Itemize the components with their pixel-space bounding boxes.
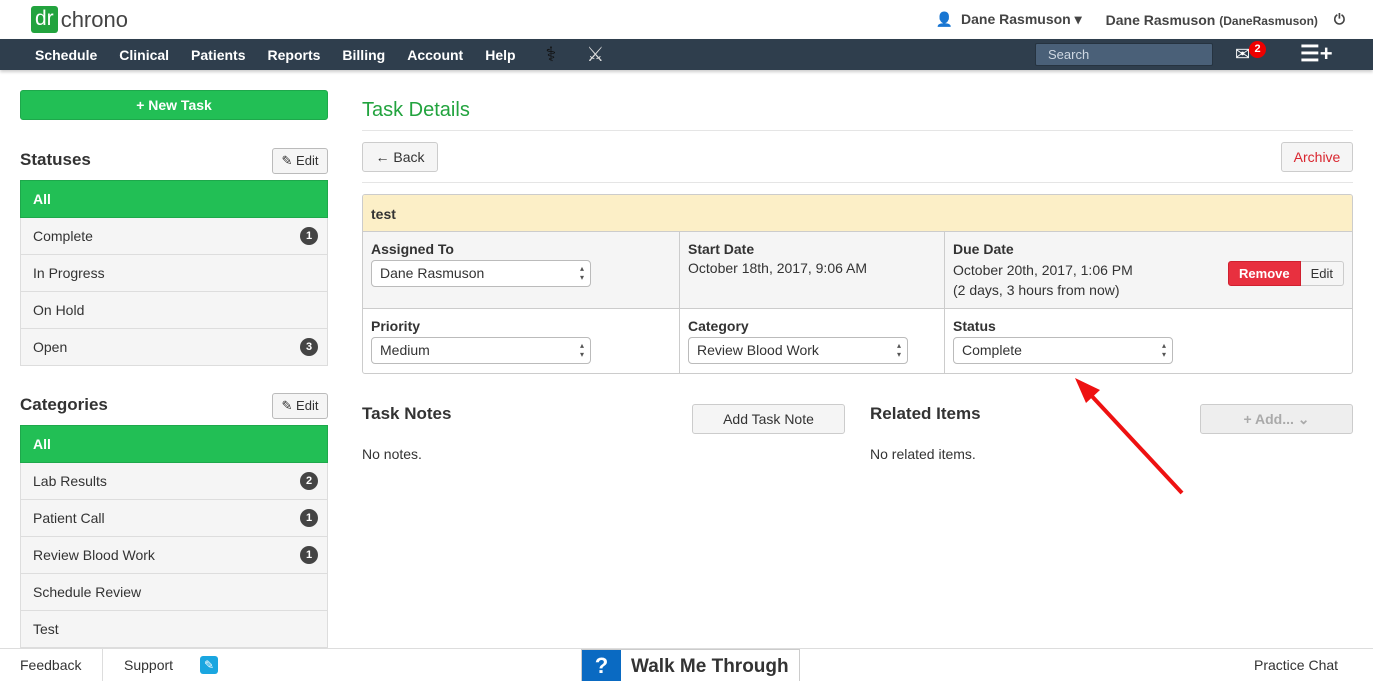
pencil-icon[interactable]: ✎: [200, 656, 218, 674]
support-link[interactable]: Support: [124, 657, 173, 673]
walk-me-through-button[interactable]: ? Walk Me Through: [581, 649, 800, 681]
walk-me-through-label: Walk Me Through: [631, 656, 789, 677]
annotation-arrow: [1075, 378, 1184, 495]
footer: Feedback Support ✎ ? Walk Me Through Pra…: [0, 648, 1373, 681]
practice-chat-link[interactable]: Practice Chat: [1254, 657, 1338, 673]
feedback-link[interactable]: Feedback: [20, 657, 81, 673]
help-question-icon: ?: [582, 650, 621, 681]
